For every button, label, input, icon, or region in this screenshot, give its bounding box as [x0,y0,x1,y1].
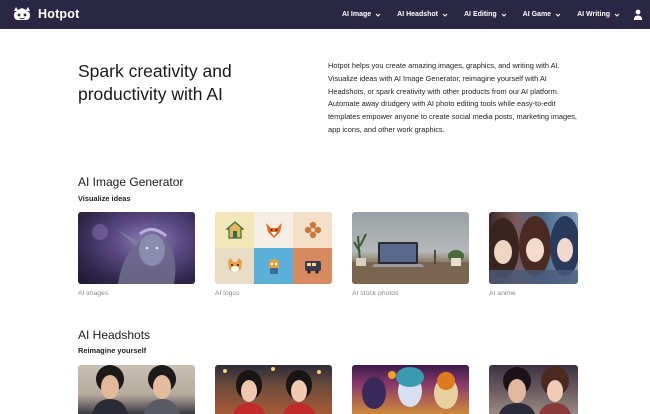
headshot-photo-image [92,365,180,414]
desk-photo-image [352,233,469,284]
robot-icon [268,257,279,274]
dog-icon [227,258,242,272]
elf-portrait-image [92,224,176,284]
main-menu: AI Image AI Headshot AI Editing AI Game … [326,0,620,29]
card-ai-stock-photos[interactable] [352,212,469,284]
card-label-ai-logos: AI logos [215,290,240,297]
house-icon [224,221,245,239]
logo-tile-fox [254,212,293,248]
card-label-ai-stock-photos: AI stock photos [352,290,399,297]
card-ai-images[interactable] [78,212,195,284]
section-title-image-generator: AI Image Generator [78,175,184,189]
nav-ai-game[interactable]: AI Game [523,11,561,18]
hero-title: Spark creativity and productivity with A… [78,61,232,104]
card-ai-anime[interactable] [489,212,578,284]
card-label-ai-anime: AI anime [489,290,516,297]
chevron-down-icon [555,13,561,17]
section-subtitle-image-generator: Visualize ideas [78,194,131,203]
nav-label: AI Image [341,11,372,18]
card-headshot-business[interactable] [78,365,195,414]
headshot-photo-image [362,367,458,409]
nav-ai-editing[interactable]: AI Editing [464,11,507,18]
brand-name: Hotpot [38,7,80,21]
logo-tile-robot [254,248,293,284]
nav-label: AI Game [522,11,552,18]
chevron-down-icon [442,13,448,17]
fox-icon [265,223,282,238]
logo-tile-flower [293,212,332,248]
nav-label: AI Writing [577,11,610,18]
brand-logo[interactable]: Hotpot [12,5,79,23]
card-label-ai-images: AI images [78,290,109,297]
headshot-photo-image [499,366,571,414]
logo-tile-dog [215,248,254,284]
section-subtitle-headshots: Reimagine yourself [78,346,147,355]
nav-ai-headshot[interactable]: AI Headshot [397,11,448,18]
anime-characters-image [489,216,578,284]
logo-tile-bus [293,248,332,284]
nav-label: AI Editing [464,11,497,18]
card-headshot-fantasy[interactable] [489,365,578,414]
chevron-down-icon [501,13,507,17]
user-account-icon[interactable] [633,9,643,20]
bus-icon [304,261,321,274]
card-headshot-halloween[interactable] [352,365,469,414]
nav-ai-writing[interactable]: AI Writing [577,11,620,18]
logo-tile-house [215,212,254,248]
card-ai-logos[interactable] [215,212,332,284]
hotpot-logo-icon [14,7,30,20]
top-nav: Hotpot AI Image AI Headshot AI Editing A… [0,0,650,29]
section-title-headshots: AI Headshots [78,328,151,342]
card-headshot-festive[interactable] [215,365,332,414]
nav-label: AI Headshot [397,11,438,18]
headshot-photo-image [223,367,321,414]
chevron-down-icon [614,13,620,17]
flower-icon [304,221,321,239]
nav-ai-image[interactable]: AI Image [342,11,381,18]
chevron-down-icon [375,13,381,17]
hero-description: Hotpot helps you create amazing images, … [328,61,577,134]
